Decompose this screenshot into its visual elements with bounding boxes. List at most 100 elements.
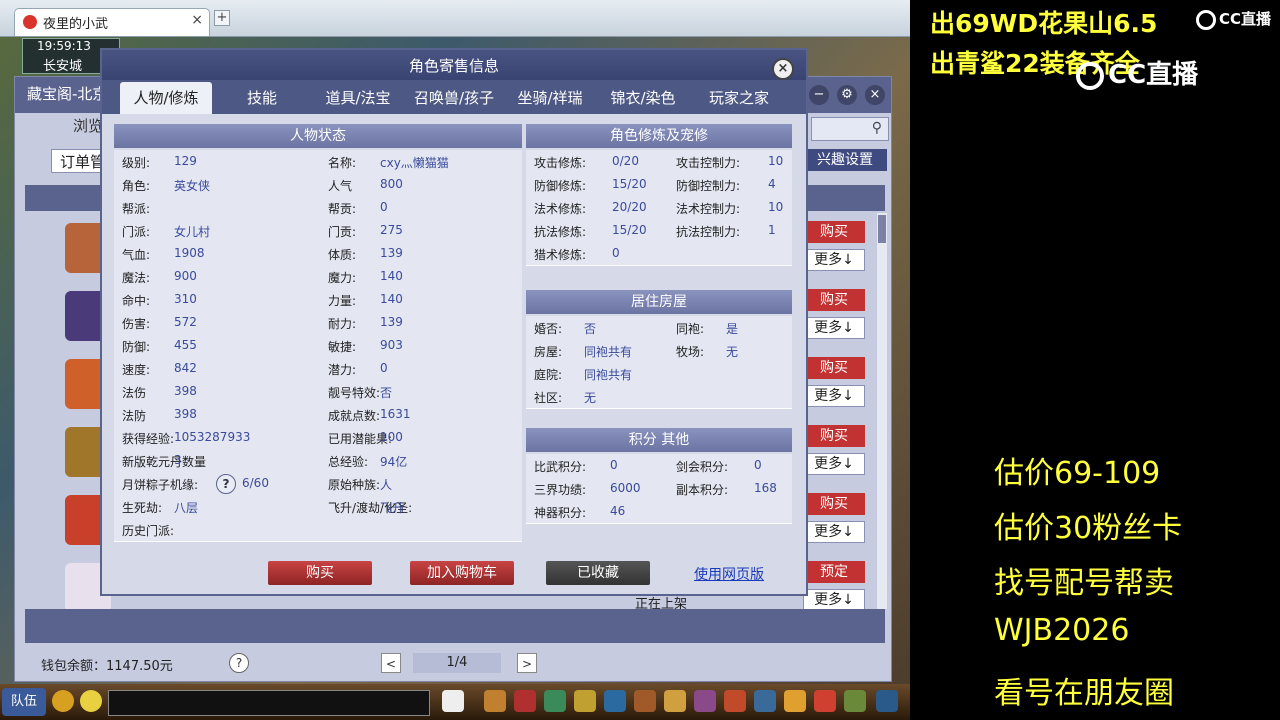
field-label: 帮贡:: [328, 202, 357, 216]
field-label: 历史门派:: [122, 524, 175, 538]
help-icon[interactable]: ?: [216, 474, 236, 494]
buy-button[interactable]: 购买: [803, 425, 865, 447]
bag-icon[interactable]: [484, 690, 506, 712]
buy-button[interactable]: 购买: [803, 289, 865, 311]
rank-icon[interactable]: [814, 690, 836, 712]
prev-page-button[interactable]: <: [381, 653, 401, 673]
use-web-version-link[interactable]: 使用网页版: [694, 564, 764, 584]
wallet-balance: 钱包余额：1147.50元: [41, 659, 173, 674]
team-button[interactable]: 队伍: [2, 688, 46, 716]
close-tab-icon[interactable]: ×: [191, 12, 203, 28]
next-page-button[interactable]: >: [517, 653, 537, 673]
field-value: 1053287933: [174, 430, 251, 444]
tab-skills[interactable]: 技能: [226, 82, 298, 114]
more-button[interactable]: 更多↓: [803, 317, 865, 339]
scrollbar-thumb[interactable]: [878, 215, 886, 243]
field-label: 法术修炼:: [534, 202, 587, 216]
field-value: 842: [174, 361, 197, 375]
chat-input[interactable]: [108, 690, 430, 716]
field-label: 剑会积分:: [676, 460, 729, 474]
emote-icon[interactable]: [784, 690, 806, 712]
skill-icon[interactable]: [544, 690, 566, 712]
more-button[interactable]: 更多↓: [803, 453, 865, 475]
settings-gear-icon[interactable]: ⚙: [837, 85, 857, 105]
field-value: 无: [726, 345, 739, 359]
field-label: 角色:: [122, 179, 151, 193]
close-window-icon[interactable]: ×: [865, 85, 885, 105]
microphone-icon[interactable]: [52, 690, 74, 712]
close-dialog-icon[interactable]: ×: [772, 58, 794, 80]
field-label: 法防: [122, 409, 147, 423]
field-label: 副本积分:: [676, 483, 729, 497]
field-value: 4: [768, 177, 776, 191]
field-value: 1631: [380, 407, 411, 421]
guild-icon[interactable]: [634, 690, 656, 712]
field-value: 398: [174, 407, 197, 421]
row-background: [114, 196, 522, 220]
field-value: 15/20: [612, 177, 647, 191]
cc-logo-text: CC直播: [1219, 10, 1272, 28]
browse-link[interactable]: 浏览: [73, 115, 103, 136]
game-window: 夜里的小武 × + 19:59:13 长安城 藏宝阁-北京 − ⚙ × 浏览 ⚲…: [0, 0, 910, 720]
help-book-icon[interactable]: [844, 690, 866, 712]
more-button[interactable]: 更多↓: [803, 249, 865, 271]
buy-button[interactable]: 购买: [803, 493, 865, 515]
system-icon[interactable]: [754, 690, 776, 712]
field-label: 法术控制力:: [676, 202, 741, 216]
field-label: 婚否:: [534, 322, 563, 336]
minimize-icon[interactable]: −: [809, 85, 829, 105]
gift-icon[interactable]: [514, 690, 536, 712]
menu-icon[interactable]: [876, 690, 898, 712]
reserve-button[interactable]: 预定: [803, 561, 865, 583]
tab-character[interactable]: 人物/修炼: [120, 82, 212, 114]
buy-button[interactable]: 购买: [803, 357, 865, 379]
more-button[interactable]: 更多↓: [803, 385, 865, 407]
search-icon[interactable]: ⚲: [872, 120, 882, 136]
add-to-cart-button[interactable]: 加入购物车: [410, 561, 514, 585]
buy-button[interactable]: 购买: [803, 221, 865, 243]
pavilion-tab[interactable]: 藏宝阁-北京: [27, 83, 107, 104]
more-button[interactable]: 更多↓: [803, 589, 865, 611]
browser-tab-bar: 夜里的小武 × +: [0, 0, 910, 37]
field-value: 10: [768, 200, 784, 214]
browser-tab[interactable]: 夜里的小武 ×: [14, 8, 210, 36]
field-value: 900: [174, 269, 197, 283]
search-box[interactable]: ⚲: [811, 117, 889, 141]
interest-settings-button[interactable]: 兴趣设置: [803, 149, 887, 171]
shop-icon[interactable]: [694, 690, 716, 712]
field-value: 903: [380, 338, 403, 352]
listing-scrollbar[interactable]: [877, 213, 887, 609]
field-value: 同袍共有: [584, 345, 633, 359]
field-label: 抗法修炼:: [534, 225, 587, 239]
pet-icon[interactable]: [442, 690, 464, 712]
overlay-line: 看号在朋友圈: [994, 676, 1174, 711]
tab-mounts[interactable]: 坐骑/祥瑞: [506, 82, 594, 114]
field-label: 猎术修炼:: [534, 248, 587, 262]
field-value: 6/60: [242, 476, 269, 490]
field-label: 命中:: [122, 294, 151, 308]
activity-icon[interactable]: [724, 690, 746, 712]
tab-home[interactable]: 玩家之家: [698, 82, 780, 114]
field-value: 人: [380, 478, 393, 492]
more-button[interactable]: 更多↓: [803, 521, 865, 543]
field-label: 防御修炼:: [534, 179, 587, 193]
buy-button[interactable]: 购买: [268, 561, 372, 585]
help-icon[interactable]: ?: [229, 653, 249, 673]
friend-icon[interactable]: [664, 690, 686, 712]
field-label: 抗法控制力:: [676, 225, 741, 239]
field-value: 572: [174, 315, 197, 329]
listing-footer: [25, 609, 885, 643]
field-label: 伤害:: [122, 317, 151, 331]
map-icon[interactable]: [604, 690, 626, 712]
tab-outfits[interactable]: 锦衣/染色: [600, 82, 686, 114]
cc-watermark: CC直播: [1076, 54, 1198, 91]
tab-items[interactable]: 道具/法宝: [310, 82, 406, 114]
new-tab-button[interactable]: +: [214, 10, 230, 26]
task-icon[interactable]: [574, 690, 596, 712]
chat-bubble-icon[interactable]: [80, 690, 102, 712]
field-value: 无: [584, 391, 597, 405]
field-label: 帮派:: [122, 202, 151, 216]
tab-summons[interactable]: 召唤兽/孩子: [404, 82, 504, 114]
overlay-line: 找号配号帮卖: [994, 566, 1174, 601]
favorited-button[interactable]: 已收藏: [546, 561, 650, 585]
